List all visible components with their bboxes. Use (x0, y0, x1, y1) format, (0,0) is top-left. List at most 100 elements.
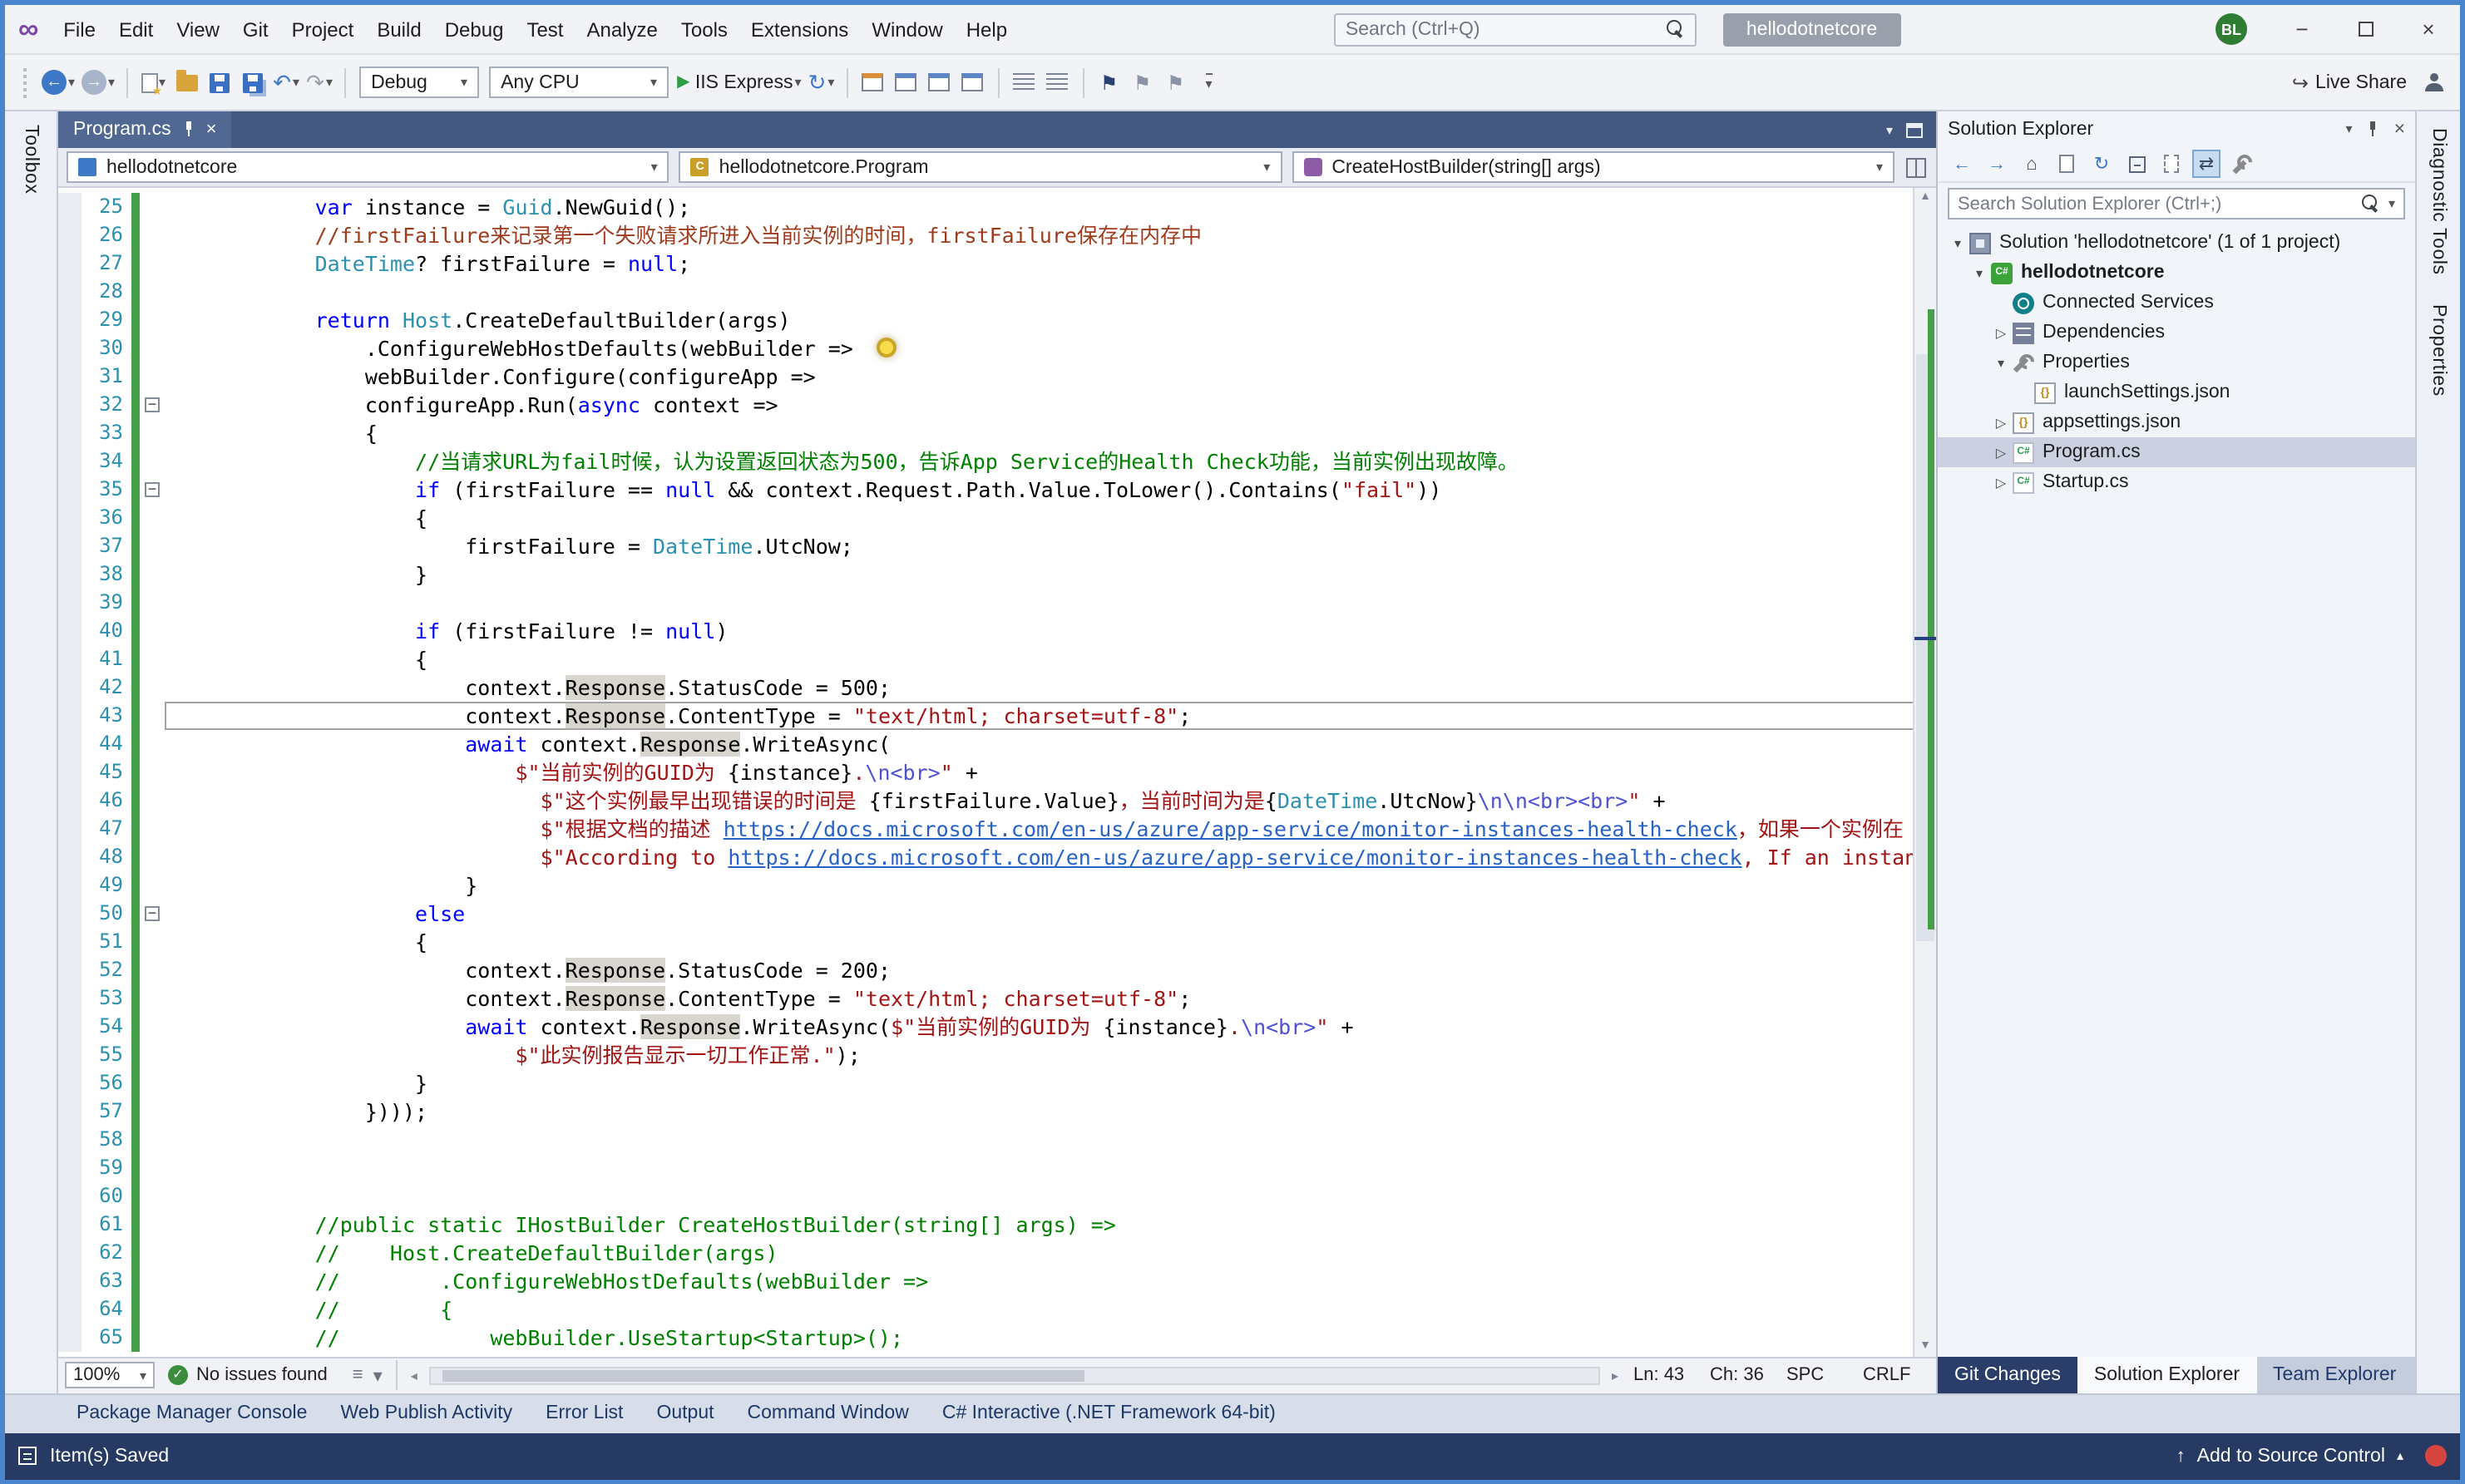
expand-arrow-icon[interactable]: ▷ (1991, 475, 2011, 490)
decrease-indent-button[interactable] (1008, 64, 1041, 101)
code-line-62[interactable]: 62 // Host.CreateDefaultBuilder(args) (58, 1239, 1936, 1267)
member-dropdown[interactable]: CreateHostBuilder(string[] args) ▾ (1292, 151, 1894, 183)
breakpoint-margin[interactable] (58, 702, 82, 730)
tree-item-properties[interactable]: ▾ Properties (1938, 348, 2415, 377)
breakpoint-margin[interactable] (58, 1097, 82, 1126)
tree-item-program-cs[interactable]: ▷ Program.cs (1938, 437, 2415, 467)
code-line-52[interactable]: 52 context.Response.StatusCode = 200; (58, 956, 1936, 984)
panel-tab-team-explorer[interactable]: Team Explorer (2256, 1356, 2413, 1393)
live-share-button[interactable]: ↪ Live Share (2289, 64, 2417, 101)
panel-tab-git-changes[interactable]: Git Changes (1938, 1356, 2077, 1393)
code-line-26[interactable]: 26 //firstFailure来记录第一个失败请求所进入当前实例的时间，fi… (58, 221, 1936, 249)
menu-debug[interactable]: Debug (433, 17, 516, 41)
undo-button[interactable]: ↶ ▾ (269, 64, 303, 101)
code-line-63[interactable]: 63 // .ConfigureWebHostDefaults(webBuild… (58, 1267, 1936, 1295)
horizontal-scrollbar[interactable] (428, 1366, 1600, 1384)
scroll-right-arrow[interactable]: ▸ (1612, 1368, 1618, 1383)
menu-file[interactable]: File (52, 17, 107, 41)
code-line-51[interactable]: 51 { (58, 928, 1936, 956)
code-line-32[interactable]: 32 − configureApp.Run(async context => (58, 391, 1936, 419)
side-tab-properties[interactable]: Properties (2428, 305, 2448, 397)
code-line-28[interactable]: 28 (58, 278, 1936, 306)
breakpoint-margin[interactable] (58, 447, 82, 476)
refresh-button[interactable]: ↻ ▾ (805, 64, 838, 101)
side-tab-diagnostic-tools[interactable]: Diagnostic Tools (2428, 128, 2448, 275)
column-indicator[interactable]: Ch: 36 (1700, 1365, 1776, 1385)
se-sync-with-active-document-icon[interactable]: ⇄ (2192, 150, 2220, 178)
breakpoint-margin[interactable] (58, 1013, 82, 1041)
scrollbar-track[interactable] (1914, 208, 1936, 1336)
save-all-button[interactable] (236, 64, 269, 101)
editor-margin-dropdown-icon[interactable]: ▾ (373, 1364, 383, 1386)
next-bookmark-button[interactable]: ⚑ (1159, 64, 1193, 101)
collapse-region-icon[interactable]: − (145, 905, 160, 921)
breakpoint-margin[interactable] (58, 362, 82, 391)
code-line-38[interactable]: 38 } (58, 560, 1936, 589)
expand-arrow-icon[interactable]: ▷ (1991, 445, 2011, 460)
code-editor[interactable]: 25 var instance = Guid.NewGuid(); 26 //fi… (58, 188, 1936, 1356)
save-button[interactable] (203, 64, 236, 101)
se-properties-icon[interactable] (2227, 150, 2255, 178)
solution-configuration-dropdown[interactable]: Debug ▾ (359, 67, 480, 98)
breakpoint-margin[interactable] (58, 476, 82, 504)
add-to-source-control-button[interactable]: Add to Source Control (2197, 1446, 2385, 1466)
pin-icon[interactable] (181, 121, 196, 138)
breakpoint-margin[interactable] (58, 758, 82, 786)
solution-explorer-search[interactable]: Search Solution Explorer (Ctrl+;) ▾ (1948, 188, 2405, 219)
breakpoint-margin[interactable] (58, 730, 82, 758)
code-line-36[interactable]: 36 { (58, 504, 1936, 532)
breakpoint-margin[interactable] (58, 673, 82, 702)
code-line-25[interactable]: 25 var instance = Guid.NewGuid(); (58, 193, 1936, 221)
tree-item-appsettings-json[interactable]: ▷ appsettings.json (1938, 407, 2415, 437)
menu-project[interactable]: Project (280, 17, 366, 41)
code-line-61[interactable]: 61 //public static IHostBuilder CreateHo… (58, 1210, 1936, 1239)
code-line-43[interactable]: 43 context.Response.ContentType = "text/… (58, 702, 1936, 730)
code-line-49[interactable]: 49 } (58, 871, 1936, 900)
bottom-tab-error-list[interactable]: Error List (531, 1403, 638, 1423)
code-line-39[interactable]: 39 (58, 589, 1936, 617)
toggle-bookmark-button[interactable]: ⚑ (1093, 64, 1126, 101)
code-line-60[interactable]: 60 (58, 1182, 1936, 1210)
code-line-45[interactable]: 45 $"当前实例的GUID为 {instance}.\n<br>" + (58, 758, 1936, 786)
space-mode-indicator[interactable]: SPC (1776, 1365, 1853, 1385)
scroll-left-arrow[interactable]: ◂ (411, 1368, 417, 1383)
breakpoint-margin[interactable] (58, 560, 82, 589)
fold-margin[interactable]: − (140, 900, 165, 928)
se-forward-icon[interactable]: → (1983, 150, 2011, 178)
navigate-forward-button[interactable]: → ▾ (78, 64, 118, 101)
breakpoint-margin[interactable] (58, 306, 82, 334)
toolbar-overflow-button[interactable]: ▾ (1193, 64, 1226, 101)
code-line-48[interactable]: 48 $"According to https://docs.microsoft… (58, 843, 1936, 871)
breakpoint-margin[interactable] (58, 1126, 82, 1154)
type-dropdown[interactable]: Chellodotnetcore.Program ▾ (679, 151, 1282, 183)
bottom-tab-output[interactable]: Output (641, 1403, 729, 1423)
breakpoint-margin[interactable] (58, 843, 82, 871)
panel-options-chevron-icon[interactable]: ▾ (2346, 121, 2353, 136)
menu-analyze[interactable]: Analyze (575, 17, 669, 41)
visual-studio-logo-icon[interactable]: ∞ (18, 15, 38, 43)
breakpoint-margin[interactable] (58, 278, 82, 306)
code-line-58[interactable]: 58 (58, 1126, 1936, 1154)
code-line-50[interactable]: 50 − else (58, 900, 1936, 928)
code-line-40[interactable]: 40 if (firstFailure != null) (58, 617, 1936, 645)
new-window-button[interactable] (956, 64, 990, 101)
breakpoint-margin[interactable] (58, 984, 82, 1013)
code-line-56[interactable]: 56 } (58, 1069, 1936, 1097)
code-line-46[interactable]: 46 $"这个实例最早出现错误的时间是 {firstFailure.Value}… (58, 786, 1936, 815)
breakpoint-margin[interactable] (58, 1210, 82, 1239)
breakpoint-margin[interactable] (58, 334, 82, 362)
breakpoint-margin[interactable] (58, 871, 82, 900)
scroll-up-arrow[interactable]: ▲ (1919, 188, 1931, 208)
user-avatar[interactable]: BL (2216, 13, 2247, 45)
breakpoint-margin[interactable] (58, 928, 82, 956)
menu-tools[interactable]: Tools (669, 17, 739, 41)
collapse-arrow-icon[interactable]: ▾ (1948, 235, 1968, 250)
code-line-31[interactable]: 31 webBuilder.Configure(configureApp => (58, 362, 1936, 391)
code-line-64[interactable]: 64 // { (58, 1295, 1936, 1324)
se-refresh-icon[interactable]: ↻ (2087, 150, 2116, 178)
breakpoint-margin[interactable] (58, 1069, 82, 1097)
se-collapse-all-icon[interactable] (2122, 150, 2151, 178)
fold-margin[interactable]: − (140, 476, 165, 504)
bottom-tab-package-manager-console[interactable]: Package Manager Console (62, 1403, 322, 1423)
quick-launch-search[interactable]: Search (Ctrl+Q) (1333, 12, 1697, 46)
